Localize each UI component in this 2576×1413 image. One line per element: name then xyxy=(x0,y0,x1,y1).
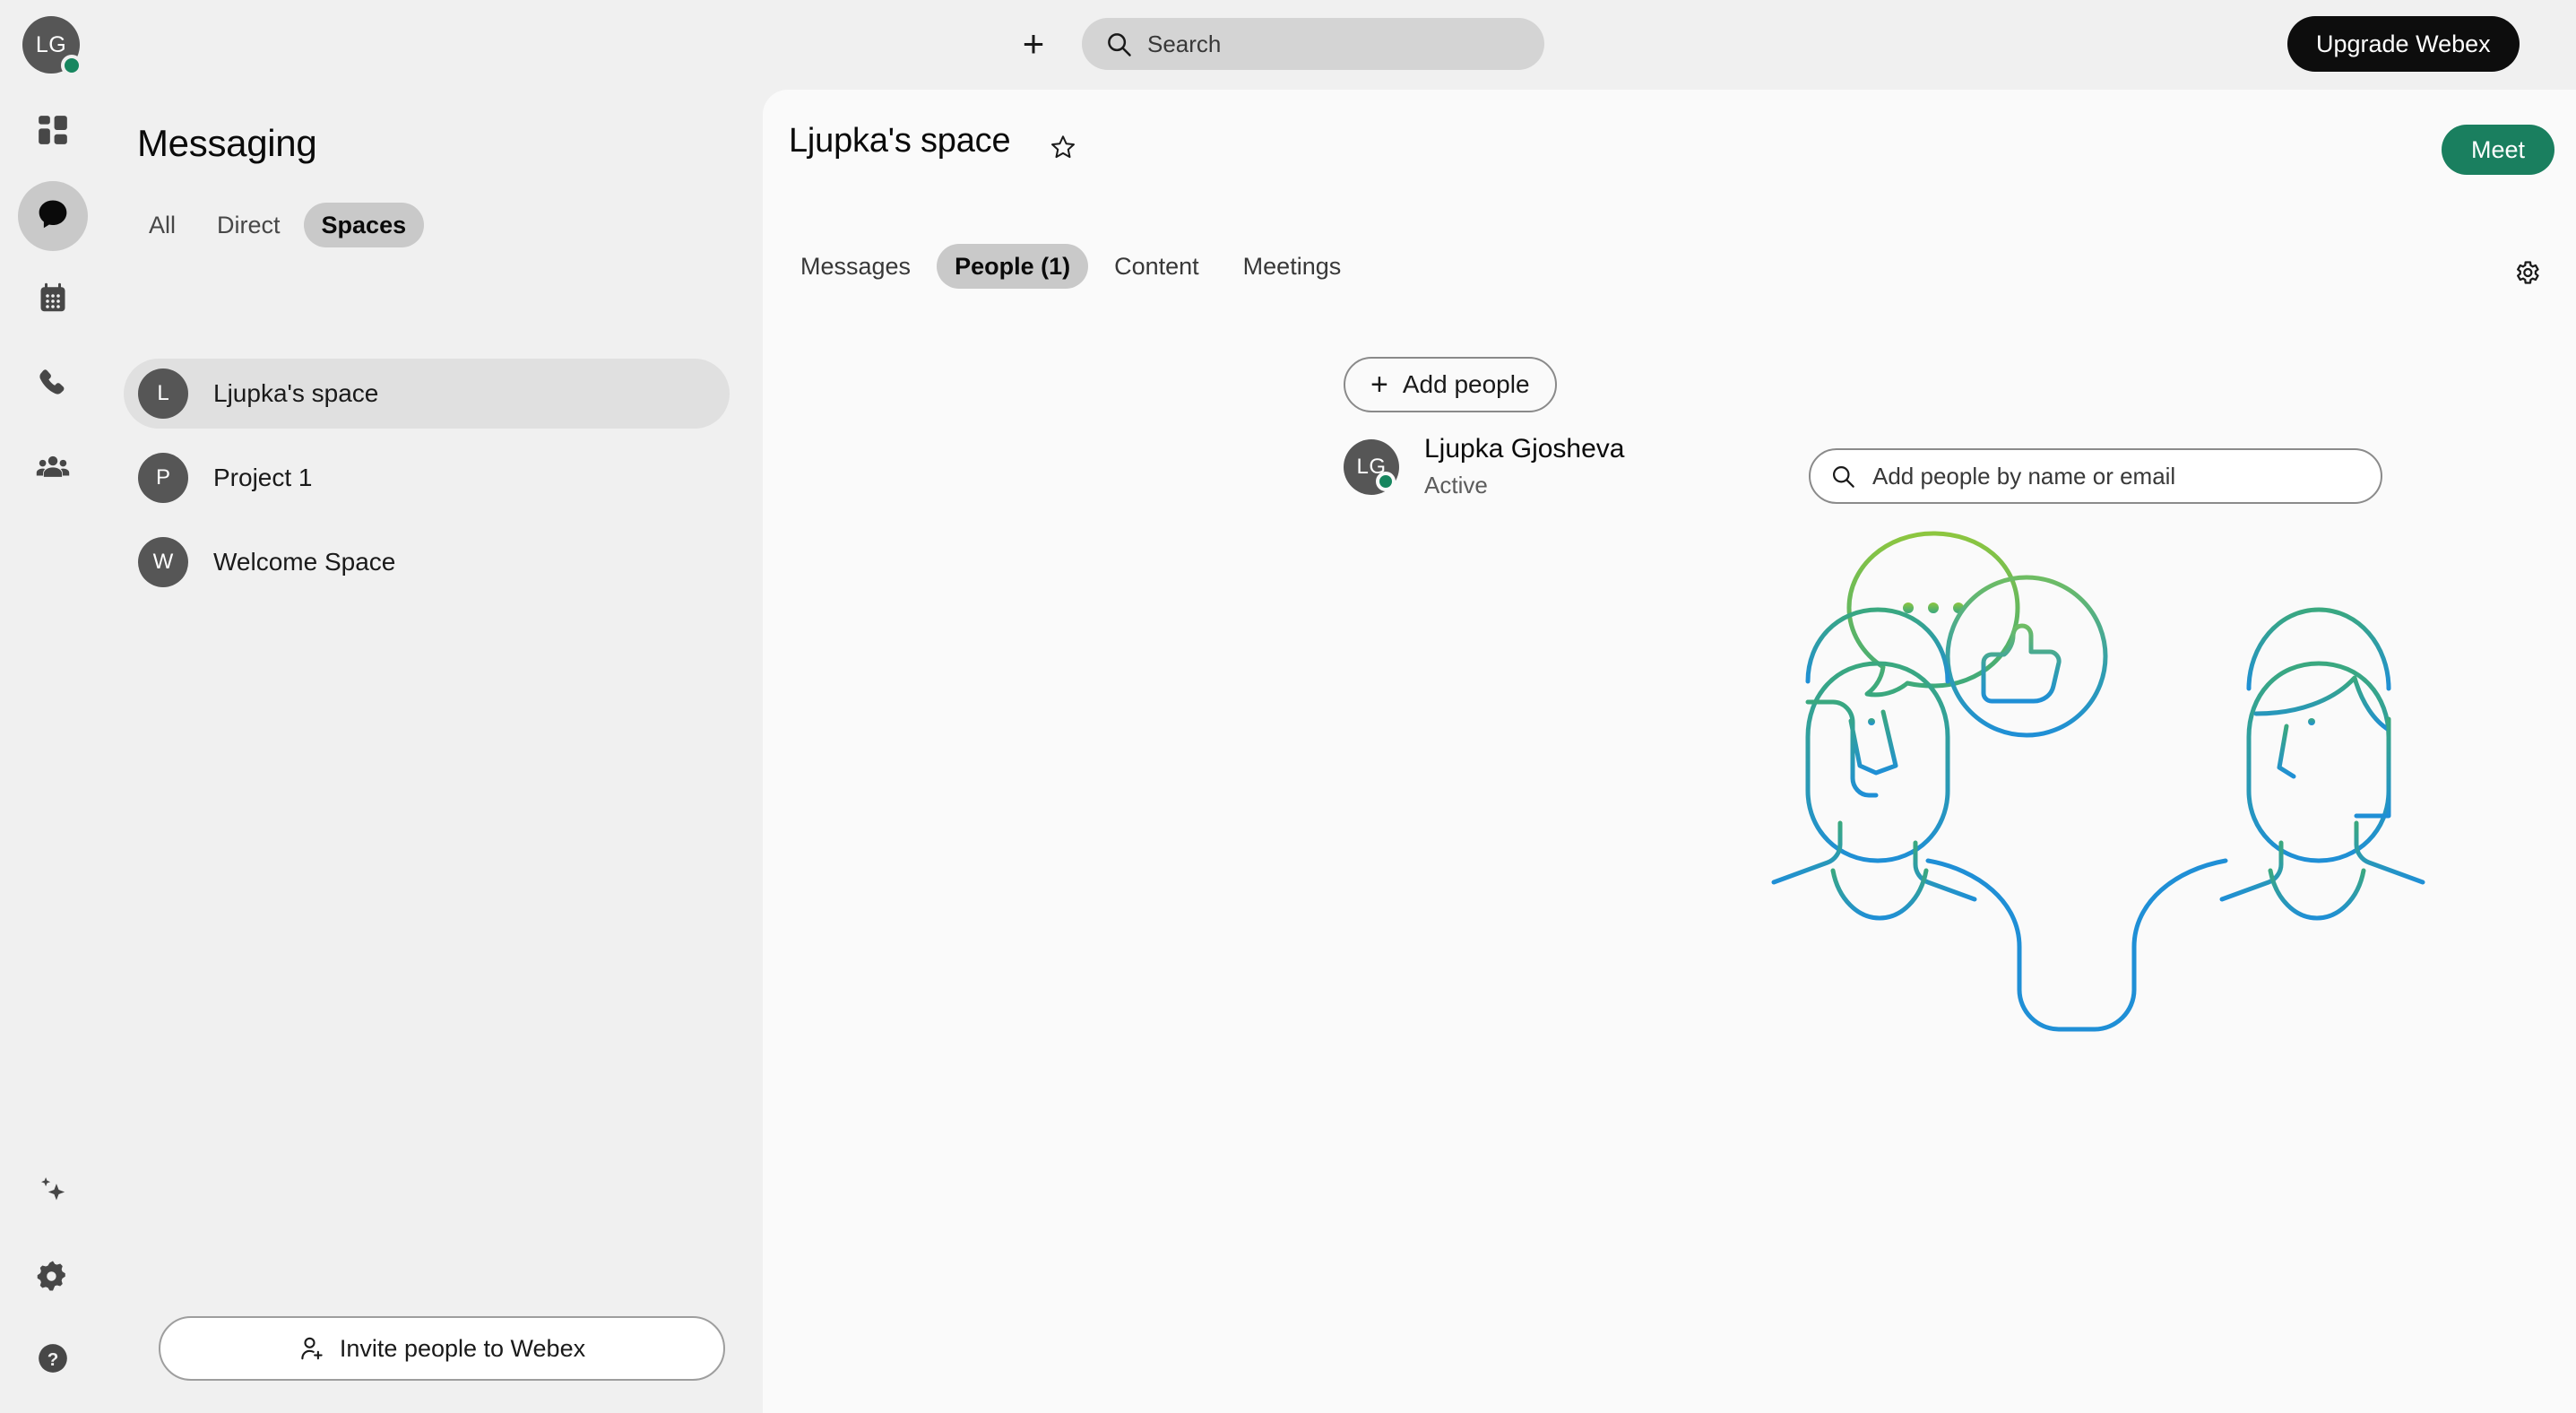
tab-label: Content xyxy=(1114,252,1199,280)
add-people-label: Add people xyxy=(1402,370,1530,398)
calendar-icon xyxy=(37,282,69,319)
filter-tab-label: All xyxy=(149,211,177,238)
rail-item-ai-assistant[interactable] xyxy=(18,1158,88,1228)
presence-indicator xyxy=(61,55,82,76)
meet-label: Meet xyxy=(2470,135,2525,163)
tab-messages[interactable]: Messages xyxy=(782,244,929,289)
space-list-item[interactable]: W Welcome Space xyxy=(124,527,730,597)
filter-tab-label: Direct xyxy=(217,211,281,238)
left-icon-rail: ? xyxy=(0,90,106,1413)
space-name: Welcome Space xyxy=(213,548,396,576)
meet-button[interactable]: Meet xyxy=(2441,125,2554,175)
add-people-button[interactable]: + Add people xyxy=(1344,357,1557,412)
space-avatar: W xyxy=(138,537,188,587)
tab-label: Messages xyxy=(800,252,912,280)
apps-grid-icon xyxy=(36,113,70,152)
space-avatar-initial: P xyxy=(155,465,170,490)
filter-tab-direct[interactable]: Direct xyxy=(199,203,298,247)
space-title: Ljupka's space xyxy=(789,122,1011,160)
member-info: Ljupka Gjosheva Active xyxy=(1424,434,1624,499)
space-list: L Ljupka's space P Project 1 W Welcome S… xyxy=(106,359,763,611)
rail-item-settings[interactable] xyxy=(18,1243,88,1313)
chat-bubble-icon xyxy=(36,197,70,236)
presence-indicator xyxy=(1376,471,1396,491)
plus-icon: + xyxy=(1022,22,1045,65)
rail-item-calling[interactable] xyxy=(18,350,88,420)
new-item-button[interactable]: + xyxy=(1013,25,1054,66)
space-list-item[interactable]: P Project 1 xyxy=(124,443,730,513)
filter-tab-label: Spaces xyxy=(321,211,407,238)
search-icon xyxy=(1105,30,1132,57)
star-outline-icon[interactable] xyxy=(1050,134,1076,160)
search-placeholder: Search xyxy=(1147,30,1222,57)
webex-app-window: LG + Search Upgrade Webex ? Messaging Al… xyxy=(0,0,2576,1413)
gear-icon[interactable] xyxy=(2512,258,2541,287)
invite-people-button[interactable]: Invite people to Webex xyxy=(159,1316,725,1381)
space-avatar: L xyxy=(138,368,188,419)
help-circle-icon: ? xyxy=(36,1341,70,1380)
avatar: LG xyxy=(1344,438,1399,495)
people-icon xyxy=(36,451,70,490)
filter-tab-spaces[interactable]: Spaces xyxy=(303,203,425,247)
avatar-initials: LG xyxy=(35,31,67,57)
rail-item-calendar[interactable] xyxy=(18,265,88,335)
tab-meetings[interactable]: Meetings xyxy=(1225,244,1360,289)
space-list-item[interactable]: L Ljupka's space xyxy=(124,359,730,429)
filter-tab-all[interactable]: All xyxy=(131,203,194,247)
member-status: Active xyxy=(1424,472,1488,498)
invite-label: Invite people to Webex xyxy=(339,1334,586,1362)
search-input[interactable]: Search xyxy=(1082,18,1544,70)
tab-people[interactable]: People (1) xyxy=(937,244,1089,289)
person-add-icon xyxy=(298,1335,325,1362)
plus-icon: + xyxy=(1370,368,1388,402)
member-name: Ljupka Gjosheva xyxy=(1424,434,1625,464)
tab-label: People (1) xyxy=(955,252,1071,280)
add-people-illustration xyxy=(1758,466,2439,1049)
space-avatar-initial: L xyxy=(157,381,169,405)
rail-item-messaging[interactable] xyxy=(18,181,88,251)
page-title: Messaging xyxy=(137,122,317,164)
svg-text:?: ? xyxy=(48,1349,59,1370)
space-content-tabs: Messages People (1) Content Meetings xyxy=(782,244,1367,289)
space-avatar: P xyxy=(138,453,188,503)
top-bar: LG + Search Upgrade Webex xyxy=(0,0,2576,90)
space-detail-panel: Ljupka's space Meet Messages People (1) … xyxy=(763,90,2576,1413)
rail-item-apps[interactable] xyxy=(18,97,88,167)
gear-icon xyxy=(36,1259,70,1297)
member-list-item[interactable]: LG Ljupka Gjosheva Active xyxy=(1344,434,1624,499)
space-avatar-initial: W xyxy=(152,550,174,574)
phone-icon xyxy=(37,367,69,403)
tab-content[interactable]: Content xyxy=(1096,244,1217,289)
upgrade-webex-button[interactable]: Upgrade Webex xyxy=(2287,16,2520,72)
space-filter-tabs: All Direct Spaces xyxy=(131,203,429,247)
space-name: Ljupka's space xyxy=(213,379,379,407)
messaging-sidebar: Messaging All Direct Spaces L Ljupka's s xyxy=(106,90,844,1413)
upgrade-label: Upgrade Webex xyxy=(2316,30,2491,57)
sparkles-icon xyxy=(36,1175,70,1213)
tab-label: Meetings xyxy=(1242,252,1342,280)
rail-item-contacts[interactable] xyxy=(18,435,88,505)
rail-item-help[interactable]: ? xyxy=(18,1325,88,1395)
space-name: Project 1 xyxy=(213,464,313,491)
